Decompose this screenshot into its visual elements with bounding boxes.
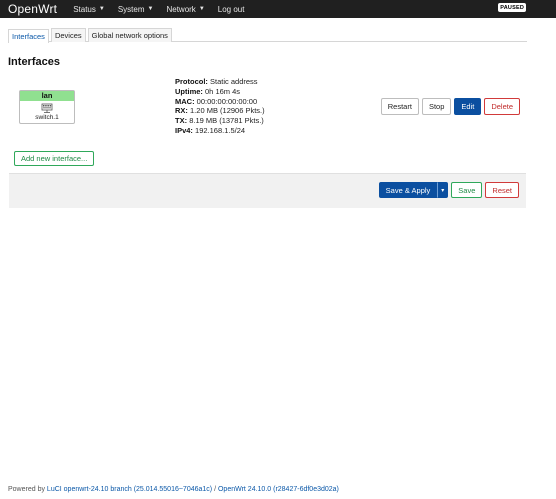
caret-down-icon: ▼	[147, 6, 154, 12]
status-protocol-value: Static address	[210, 77, 258, 86]
reset-button[interactable]: Reset	[485, 182, 519, 198]
chevron-down-icon[interactable]: ▾	[437, 182, 449, 198]
save-button[interactable]: Save	[451, 182, 483, 198]
save-apply-button[interactable]: Save & Apply	[378, 182, 438, 198]
menu-system[interactable]: System ▼	[118, 5, 154, 14]
menu-system-label: System	[117, 4, 145, 14]
edit-button[interactable]: Edit	[454, 98, 482, 115]
openwrt-version-link[interactable]: OpenWrt 24.10.0 (r28427-6df0e3d02a)	[218, 486, 339, 493]
save-apply-split-button: Save & Apply ▾	[378, 182, 449, 198]
interface-actions: Restart Stop Edit Delete	[380, 98, 520, 115]
page-action-bar: Save & Apply ▾ Save Reset	[9, 173, 526, 208]
brand-logo[interactable]: OpenWrt	[8, 2, 57, 16]
main-menu: Status ▼ System ▼ Network ▼ Log out	[73, 5, 257, 14]
tab-global-network-options[interactable]: Global network options	[87, 28, 172, 42]
status-rx-value: 1.20 MB (12906 Pkts.)	[190, 106, 265, 116]
interface-status: Protocol: Static address Uptime: 0h 16m …	[175, 77, 265, 136]
status-tx-label: TX:	[175, 116, 188, 126]
menu-status-label: Status	[73, 4, 96, 14]
status-mac: MAC: 00:00:00:00:00:00	[175, 97, 265, 107]
interface-badge: lan switch.1	[19, 90, 75, 124]
status-mac-value: 00:00:00:00:00:00	[196, 96, 258, 106]
page-actions: Save & Apply ▾ Save Reset	[378, 182, 519, 198]
status-rx-label: RX:	[175, 106, 188, 116]
status-tx: TX: 8.19 MB (13781 Pkts.)	[175, 116, 265, 126]
caret-down-icon: ▼	[98, 6, 105, 12]
footer: Powered by LuCI openwrt-24.10 branch (25…	[8, 486, 339, 493]
menu-network-label: Network	[166, 4, 196, 14]
status-protocol-label: Protocol:	[175, 77, 208, 86]
status-ipv4-label: IPv4:	[175, 125, 193, 135]
ethernet-switch-icon	[20, 103, 74, 113]
status-mac-label: MAC:	[175, 96, 195, 106]
luci-version-link[interactable]: LuCI openwrt-24.10 branch (25.014.55016~…	[47, 486, 212, 493]
restart-button[interactable]: Restart	[380, 98, 419, 115]
tab-interfaces[interactable]: Interfaces	[8, 29, 49, 43]
interface-device: switch.1	[35, 114, 59, 121]
menu-logout[interactable]: Log out	[218, 5, 245, 14]
footer-prefix: Powered by	[8, 486, 47, 493]
delete-button[interactable]: Delete	[484, 98, 520, 115]
menu-logout-label: Log out	[217, 4, 245, 14]
menu-network[interactable]: Network ▼	[166, 5, 204, 14]
tab-devices[interactable]: Devices	[50, 28, 86, 42]
top-bar: OpenWrt Status ▼ System ▼ Network ▼ Log …	[0, 0, 556, 18]
status-ipv4-value: 192.168.1.5/24	[195, 125, 246, 135]
status-uptime: Uptime: 0h 16m 4s	[175, 87, 265, 97]
status-ipv4: IPv4: 192.168.1.5/24	[175, 126, 265, 136]
status-uptime-value: 0h 16m 4s	[205, 86, 241, 96]
stop-button[interactable]: Stop	[421, 98, 452, 115]
tab-bar: Interfaces Devices Global network option…	[8, 28, 527, 43]
menu-status[interactable]: Status ▼	[73, 5, 105, 14]
page-title: Interfaces	[8, 56, 60, 68]
add-interface-button[interactable]: Add new interface...	[14, 151, 95, 166]
paused-badge: PAUSED	[498, 3, 526, 12]
status-protocol: Protocol: Static address	[175, 77, 265, 87]
caret-down-icon: ▼	[198, 6, 205, 12]
status-rx: RX: 1.20 MB (12906 Pkts.)	[175, 106, 265, 116]
status-uptime-label: Uptime:	[175, 86, 203, 96]
interface-name: lan	[20, 91, 74, 101]
status-tx-value: 8.19 MB (13781 Pkts.)	[189, 116, 264, 126]
